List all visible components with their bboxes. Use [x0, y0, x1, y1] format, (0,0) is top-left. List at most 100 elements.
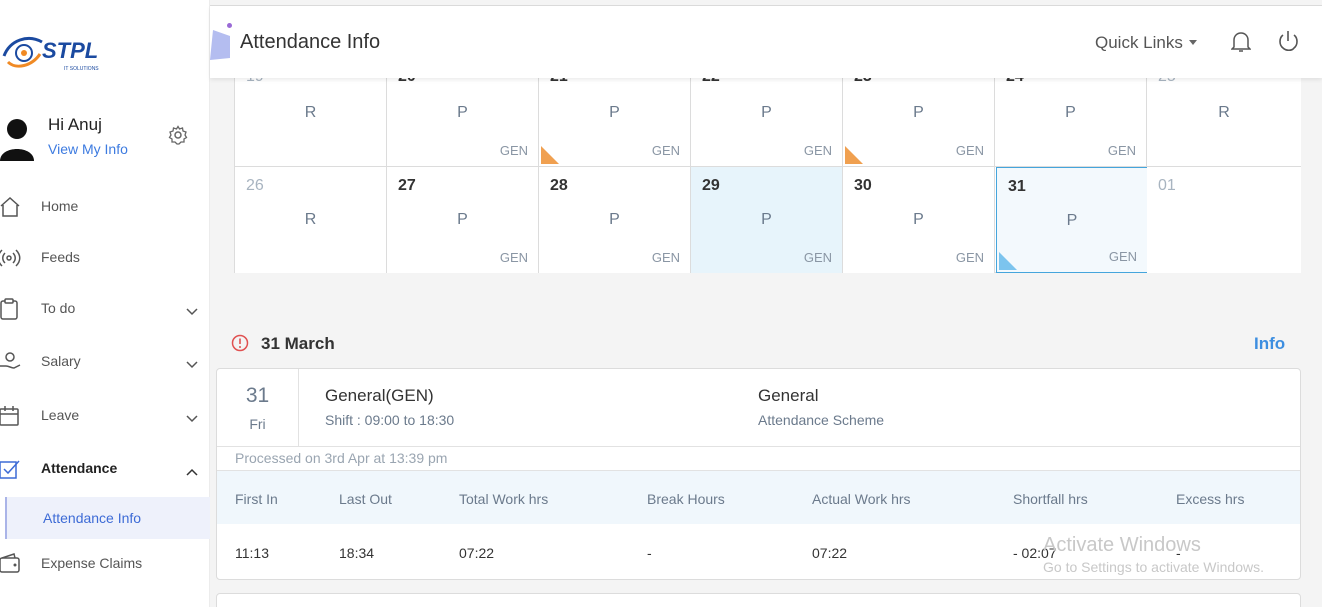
- shift-name: General(GEN): [325, 386, 434, 405]
- calendar-day[interactable]: 01: [1147, 167, 1301, 273]
- table-header-row: First In Last Out Total Work hrs Break H…: [217, 470, 1300, 524]
- clipboard-icon: [0, 298, 22, 320]
- attendance-status: P: [457, 211, 468, 228]
- shift-code: GEN: [955, 250, 984, 265]
- attendance-status: P: [761, 211, 772, 228]
- gear-icon[interactable]: [168, 125, 188, 145]
- sidebar-item-todo[interactable]: To do: [0, 288, 210, 328]
- shift-code: GEN: [803, 143, 832, 158]
- shift-code: GEN: [803, 250, 832, 265]
- page-title-decoration: [210, 30, 230, 60]
- attendance-status: R: [304, 211, 317, 228]
- sidebar: STPL IT SOLUTIONS Hi Anuj View My Info H…: [0, 0, 210, 607]
- attendance-status: P: [609, 211, 620, 228]
- sidebar-item-expense-claims[interactable]: Expense Claims: [0, 543, 210, 583]
- selection-marker: [999, 252, 1017, 270]
- selected-date-title: 31 March: [261, 334, 335, 353]
- chevron-down-icon: [186, 303, 198, 316]
- sidebar-item-label: To do: [41, 300, 76, 316]
- late-marker: [541, 146, 559, 164]
- sidebar-item-label: Leave: [41, 407, 80, 423]
- shift-code: GEN: [1108, 249, 1137, 264]
- bell-icon[interactable]: [1230, 31, 1252, 53]
- sidebar-item-attendance[interactable]: Attendance: [0, 448, 210, 488]
- chevron-down-icon: [186, 410, 198, 423]
- info-circle-icon: [231, 334, 249, 352]
- divider: [217, 446, 1300, 447]
- chevron-up-icon: [186, 463, 198, 476]
- page-header: Attendance Info Quick Links: [210, 6, 1322, 78]
- view-my-info-link[interactable]: View My Info: [48, 141, 128, 157]
- attendance-status: P: [913, 211, 924, 228]
- calendar-day-selected[interactable]: 31 P GEN: [996, 167, 1148, 273]
- actual-work-hrs-value: 07:22: [812, 545, 848, 561]
- calendar-day[interactable]: 28 P GEN: [539, 167, 691, 273]
- sidebar-subitem-attendance-info[interactable]: Attendance Info: [5, 497, 210, 539]
- broadcast-icon: [0, 247, 22, 269]
- day-number: 26: [246, 177, 264, 194]
- attendance-status: P: [609, 104, 620, 121]
- date-badge: 31 Fri: [217, 369, 299, 446]
- column-header: Shortfall hrs: [1013, 491, 1088, 507]
- column-header: First In: [235, 491, 278, 507]
- scheme-label: Attendance Scheme: [758, 412, 885, 428]
- sidebar-subitem-label: Attendance Info: [43, 510, 142, 526]
- total-work-hrs-value: 07:22: [459, 545, 495, 561]
- shift-code: GEN: [1107, 143, 1136, 158]
- attendance-status: P: [457, 104, 468, 121]
- windows-watermark-subtitle: Go to Settings to activate Windows.: [1043, 559, 1264, 575]
- column-header: Break Hours: [647, 491, 725, 507]
- calendar-day[interactable]: 26 R: [235, 167, 387, 273]
- last-out-value: 18:34: [339, 545, 375, 561]
- checkbox-icon: [0, 458, 22, 480]
- calendar-day-today[interactable]: 29 P GEN: [691, 167, 843, 273]
- date-badge-weekday: Fri: [249, 416, 266, 432]
- power-icon[interactable]: [1277, 30, 1299, 52]
- page-title-dot: [227, 23, 232, 28]
- attendance-status: P: [761, 104, 772, 121]
- day-number: 01: [1158, 177, 1176, 194]
- chevron-down-icon: [186, 356, 198, 369]
- date-badge-day: 31: [245, 384, 270, 407]
- day-number: 30: [854, 177, 872, 194]
- sidebar-item-more[interactable]: [0, 595, 210, 607]
- day-number: 29: [702, 177, 720, 194]
- shift-code: GEN: [651, 250, 680, 265]
- sidebar-item-label: Home: [41, 198, 79, 214]
- column-header: Total Work hrs: [459, 491, 549, 507]
- avatar[interactable]: [0, 117, 34, 161]
- day-number: 27: [398, 177, 416, 194]
- shift-time: Shift : 09:00 to 18:30: [325, 412, 455, 428]
- logo-subtext: IT SOLUTIONS: [64, 66, 99, 72]
- sidebar-item-label: Expense Claims: [41, 555, 143, 571]
- calendar-day[interactable]: 30 P GEN: [843, 167, 995, 273]
- calendar-day[interactable]: 27 P GEN: [387, 167, 539, 273]
- sidebar-item-feeds[interactable]: Feeds: [0, 237, 210, 277]
- sidebar-item-label: Feeds: [41, 249, 80, 265]
- home-icon: [0, 196, 22, 218]
- day-number: 31: [1008, 178, 1026, 195]
- attendance-status: P: [1066, 212, 1078, 229]
- company-logo[interactable]: STPL IT SOLUTIONS: [2, 26, 112, 76]
- calendar-icon: [0, 405, 22, 427]
- shift-code: GEN: [651, 143, 680, 158]
- shift-code: GEN: [499, 250, 528, 265]
- sidebar-item-home[interactable]: Home: [0, 186, 210, 226]
- shift-code: GEN: [499, 143, 528, 158]
- quick-links-dropdown[interactable]: Quick Links: [1095, 33, 1197, 53]
- attendance-calendar: 19 R 20 P GEN 21 P GEN 22 P GEN 23 P GEN…: [234, 60, 1301, 273]
- day-number: 28: [550, 177, 568, 194]
- greeting: Hi Anuj: [48, 115, 102, 134]
- attendance-status: R: [304, 104, 317, 121]
- info-link[interactable]: Info: [1254, 334, 1285, 354]
- column-header: Last Out: [339, 491, 392, 507]
- late-marker: [845, 146, 863, 164]
- sidebar-item-leave[interactable]: Leave: [0, 395, 210, 435]
- next-card: [216, 593, 1301, 607]
- attendance-status: P: [1065, 104, 1076, 121]
- column-header: Excess hrs: [1176, 491, 1245, 507]
- attendance-status: P: [913, 104, 924, 121]
- wallet-icon: [0, 553, 22, 575]
- sidebar-item-salary[interactable]: Salary: [0, 341, 210, 381]
- scheme-name: General: [758, 386, 819, 405]
